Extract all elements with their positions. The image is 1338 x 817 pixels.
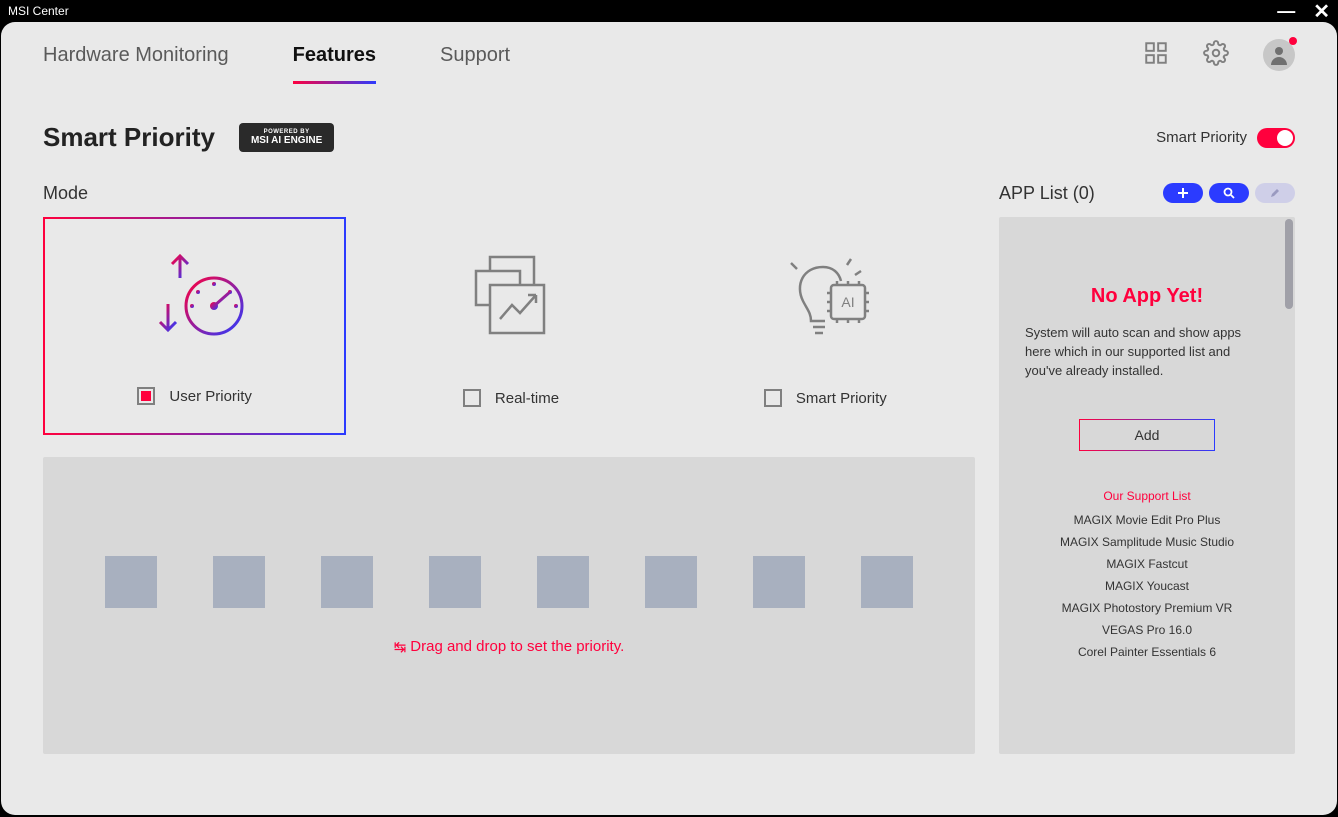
noapp-description: System will auto scan and show apps here…: [1019, 324, 1275, 381]
mode-heading-row: Mode: [43, 179, 975, 207]
ai-badge-small: POWERED BY: [251, 129, 322, 136]
page-title: Smart Priority: [43, 122, 215, 153]
window-titlebar: MSI Center — ✕: [0, 0, 1338, 22]
avatar[interactable]: [1263, 39, 1295, 71]
priority-slot[interactable]: [105, 556, 157, 608]
support-list-item: Corel Painter Essentials 6: [1060, 645, 1234, 659]
priority-slot[interactable]: [429, 556, 481, 608]
priority-slots: [105, 556, 913, 608]
tab-features[interactable]: Features: [293, 26, 376, 84]
support-list-title: Our Support List: [1103, 489, 1190, 503]
priority-slot[interactable]: [645, 556, 697, 608]
app-window: Hardware Monitoring Features Support Sma…: [1, 22, 1337, 815]
support-list-item: VEGAS Pro 16.0: [1060, 623, 1234, 637]
noapp-title: No App Yet!: [1091, 285, 1203, 308]
tab-hardware-monitoring[interactable]: Hardware Monitoring: [43, 26, 229, 84]
mode-card-user-priority[interactable]: User Priority: [43, 217, 346, 435]
priority-slot[interactable]: [213, 556, 265, 608]
applist-search-pill[interactable]: [1209, 183, 1249, 203]
plus-icon: [1177, 187, 1189, 199]
support-list-item: MAGIX Fastcut: [1060, 557, 1234, 571]
apps-grid-icon[interactable]: [1143, 40, 1169, 71]
support-list-item: MAGIX Youcast: [1060, 579, 1234, 593]
mode-checkbox-real-time[interactable]: [463, 389, 481, 407]
ai-engine-badge: POWERED BY MSI AI ENGINE: [239, 123, 334, 153]
page-header: Smart Priority POWERED BY MSI AI ENGINE …: [1, 88, 1337, 153]
applist-scrollbar[interactable]: [1285, 219, 1293, 309]
add-app-button[interactable]: Add: [1079, 419, 1215, 451]
real-time-icon: [458, 217, 563, 381]
applist-actions: [1163, 183, 1295, 203]
search-icon: [1223, 187, 1235, 199]
close-button[interactable]: ✕: [1313, 0, 1330, 24]
dropzone-hint: ↹ Drag and drop to set the priority.: [394, 638, 625, 656]
window-title: MSI Center: [8, 4, 69, 18]
mode-checkbox-smart-priority[interactable]: [764, 389, 782, 407]
svg-text:AI: AI: [841, 294, 854, 310]
topbar: Hardware Monitoring Features Support: [1, 22, 1337, 88]
minimize-button[interactable]: —: [1277, 1, 1295, 22]
mode-label-user-priority: User Priority: [169, 388, 252, 405]
ai-badge-text: MSI AI ENGINE: [251, 135, 322, 146]
window-controls: — ✕: [1277, 0, 1330, 24]
gear-icon[interactable]: [1203, 40, 1229, 71]
mode-options: User Priority Real-time: [43, 217, 975, 435]
mode-card-smart-priority[interactable]: AI Smart Priority: [676, 217, 975, 435]
mode-card-real-time[interactable]: Real-time: [361, 217, 660, 435]
mode-column: Mode: [43, 179, 975, 754]
applist-heading-row: APP List (0): [999, 179, 1295, 207]
priority-dropzone[interactable]: ↹ Drag and drop to set the priority.: [43, 457, 975, 754]
tab-support[interactable]: Support: [440, 26, 510, 84]
applist-body: No App Yet! System will auto scan and sh…: [999, 217, 1295, 754]
smart-priority-toggle-label: Smart Priority: [1156, 129, 1247, 146]
dropzone-hint-text: Drag and drop to set the priority.: [410, 638, 624, 655]
priority-slot[interactable]: [321, 556, 373, 608]
user-priority-icon: [140, 219, 250, 379]
support-list: MAGIX Movie Edit Pro Plus MAGIX Samplitu…: [1060, 513, 1234, 659]
smart-priority-icon: AI: [773, 217, 878, 381]
support-list-item: MAGIX Movie Edit Pro Plus: [1060, 513, 1234, 527]
mode-heading: Mode: [43, 183, 88, 204]
top-icons: [1143, 39, 1295, 71]
priority-slot[interactable]: [861, 556, 913, 608]
nav-tabs: Hardware Monitoring Features Support: [43, 26, 510, 84]
mode-label-smart-priority: Smart Priority: [796, 390, 887, 407]
content: Mode: [1, 153, 1337, 796]
priority-slot[interactable]: [537, 556, 589, 608]
mode-checkbox-user-priority[interactable]: [137, 387, 155, 405]
applist-edit-pill[interactable]: [1255, 183, 1295, 203]
smart-priority-toggle[interactable]: [1257, 128, 1295, 148]
applist-add-pill[interactable]: [1163, 183, 1203, 203]
swap-icon: ↹: [394, 638, 407, 656]
support-list-item: MAGIX Photostory Premium VR: [1060, 601, 1234, 615]
pencil-icon: [1269, 187, 1281, 199]
applist-heading: APP List (0): [999, 183, 1095, 204]
applist-column: APP List (0) No App Yet! Sys: [999, 179, 1295, 754]
support-list-item: MAGIX Samplitude Music Studio: [1060, 535, 1234, 549]
mode-label-real-time: Real-time: [495, 390, 559, 407]
priority-slot[interactable]: [753, 556, 805, 608]
